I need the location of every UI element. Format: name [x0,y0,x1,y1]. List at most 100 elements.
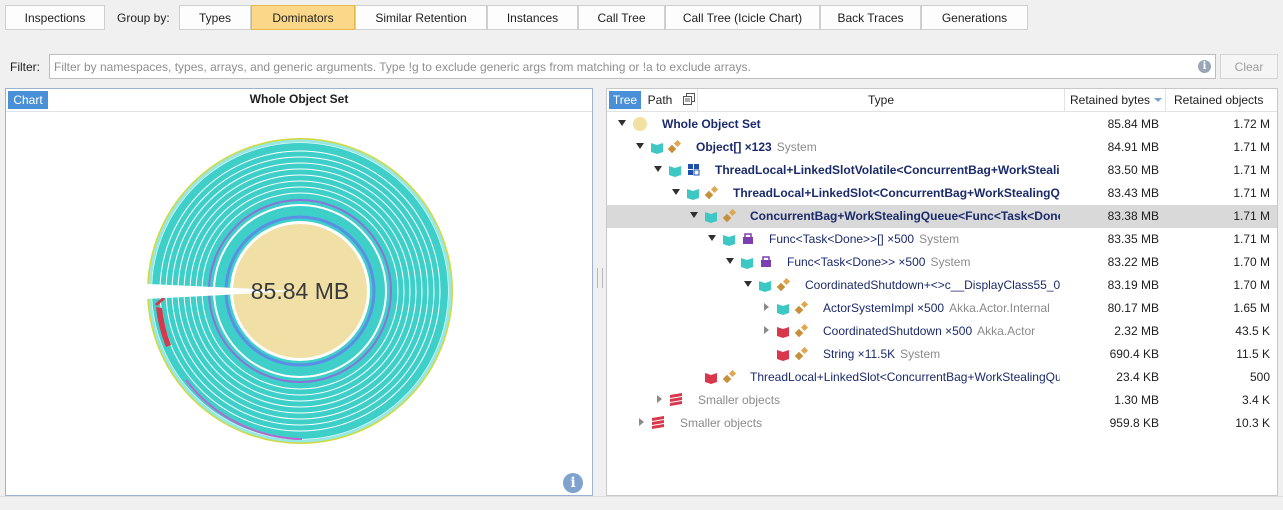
row-name: Object[] ×123 System [696,140,817,154]
whole-set-icon [633,117,647,131]
row-retained-objects: 1.71 M [1233,163,1270,177]
tab-tree[interactable]: Tree [609,91,641,109]
chart-title: Whole Object Set [249,92,349,106]
array-icon [651,143,663,154]
delegate-icon [743,233,753,244]
row-name: String ×11.5K System [823,347,941,361]
tree-row-selected[interactable]: ConcurrentBag+WorkStealingQueue<Func<Tas… [607,205,1277,228]
row-retained-bytes: 1.30 MB [1114,393,1159,407]
tree-panel: Tree Path Type Retained bytes Retained o… [606,88,1278,496]
tree-row[interactable]: CoordinatedShutdown ×500 Akka.Actor 2.32 … [607,320,1277,343]
filter-input[interactable] [50,55,1178,78]
tree-row[interactable]: ThreadLocal+LinkedSlot<ConcurrentBag+Wor… [607,182,1277,205]
row-name: ThreadLocal+LinkedSlot<ConcurrentBag+Wor… [733,186,1060,200]
row-name: ThreadLocal+LinkedSlotVolatile<Concurren… [715,163,1060,177]
tree-row[interactable]: Func<Task<Done>>[] ×500 System 83.35 MB 1… [607,228,1277,251]
collapse-icon[interactable] [654,166,662,172]
row-name: ConcurrentBag+WorkStealingQueue<Func<Tas… [750,209,1060,223]
filter-label: Filter: [10,60,40,74]
tree-header: Tree Path Type Retained bytes Retained o… [607,89,1277,112]
sort-desc-icon [1154,98,1163,102]
tab-call-tree[interactable]: Call Tree [578,5,665,30]
filter-info-icon[interactable]: i [1198,60,1211,73]
tab-call-tree-icicle[interactable]: Call Tree (Icicle Chart) [665,5,820,30]
center-value-label: 85.84 MB [251,278,349,304]
row-name: CoordinatedShutdown ×500 Akka.Actor [823,324,1036,338]
tab-generations[interactable]: Generations [921,5,1028,30]
toolbar: Inspections Group by: Types Dominators S… [0,0,1283,38]
tree-row[interactable]: String ×11.5K System 690.4 KB 11.5 K [607,343,1277,366]
row-retained-objects: 1.70 M [1233,278,1270,292]
copy-icon[interactable] [683,93,695,105]
row-retained-bytes: 959.8 KB [1109,416,1159,430]
row-retained-objects: 1.72 M [1233,117,1270,131]
collapse-icon[interactable] [708,235,716,241]
clear-button[interactable]: Clear [1220,54,1278,79]
sunburst-chart[interactable]: 85.84 MB [6,112,592,495]
collapse-icon[interactable] [636,143,644,149]
tab-types[interactable]: Types [179,5,251,30]
tree-row[interactable]: CoordinatedShutdown+<>c__DisplayClass55_… [607,274,1277,297]
expand-icon[interactable] [639,418,644,426]
smaller-objects-icon [670,393,682,406]
row-name: Whole Object Set [662,117,761,131]
column-type[interactable]: Type [697,89,1064,111]
object-icon [777,350,789,361]
tree-row[interactable]: ThreadLocal+LinkedSlotVolatile<Concurren… [607,159,1277,182]
expand-icon[interactable] [764,303,769,311]
row-retained-objects: 11.5 K [1236,347,1270,361]
tab-dominators[interactable]: Dominators [251,5,355,30]
class-icon [668,140,682,154]
row-retained-objects: 10.3 K [1235,416,1270,430]
column-retained-bytes[interactable]: Retained bytes [1064,89,1164,111]
row-name: CoordinatedShutdown+<>c__DisplayClass55_… [805,278,1061,292]
class-icon [723,370,737,384]
column-retained-objects[interactable]: Retained objects [1165,89,1277,111]
row-retained-objects: 43.5 K [1235,324,1270,338]
row-name: Smaller objects [698,393,781,407]
class-icon [777,278,791,292]
smaller-objects-icon [652,416,664,429]
chart-info-icon[interactable]: i [563,473,583,493]
tab-back-traces[interactable]: Back Traces [820,5,921,30]
tree-row[interactable]: ActorSystemImpl ×500 Akka.Actor.Internal … [607,297,1277,320]
tree-row[interactable]: Object[] ×123 System 84.91 MB 1.71 M [607,136,1277,159]
object-icon [777,327,789,338]
row-name: Func<Task<Done>> ×500 System [787,255,971,269]
array-icon [723,235,735,246]
object-icon [705,212,717,223]
class-icon [795,324,809,338]
object-icon [741,258,753,269]
tree-row[interactable]: Smaller objects 1.30 MB 3.4 K [607,389,1277,412]
tree-row[interactable]: Smaller objects 959.8 KB 10.3 K [607,412,1277,435]
expand-icon[interactable] [764,326,769,334]
object-icon [759,281,771,292]
tree-row[interactable]: Whole Object Set 85.84 MB 1.72 M [607,113,1277,136]
column-retained-objects-label: Retained objects [1174,93,1264,107]
class-icon [795,347,809,361]
row-retained-bytes: 83.38 MB [1107,209,1159,223]
struct-icon [688,164,700,176]
inspections-button[interactable]: Inspections [5,5,105,30]
row-retained-bytes: 84.91 MB [1107,140,1159,154]
collapse-icon[interactable] [726,258,734,264]
row-name: ThreadLocal+LinkedSlot<ConcurrentBag+Wor… [750,370,1060,384]
tree-row[interactable]: Func<Task<Done>> ×500 System 83.22 MB 1.7… [607,251,1277,274]
row-retained-bytes: 83.50 MB [1107,163,1159,177]
collapse-icon[interactable] [690,212,698,218]
row-retained-bytes: 2.32 MB [1114,324,1159,338]
row-retained-bytes: 690.4 KB [1109,347,1159,361]
tab-similar-retention[interactable]: Similar Retention [355,5,487,30]
collapse-icon[interactable] [618,120,626,126]
collapse-icon[interactable] [744,281,752,287]
panel-splitter[interactable] [597,268,603,288]
collapse-icon[interactable] [672,189,680,195]
expand-icon[interactable] [657,395,662,403]
status-strip [0,496,1283,510]
tab-instances[interactable]: Instances [487,5,578,30]
row-retained-objects: 1.71 M [1233,140,1270,154]
class-icon [705,186,719,200]
tree-row[interactable]: ThreadLocal+LinkedSlot<ConcurrentBag+Wor… [607,366,1277,389]
row-retained-objects: 1.65 M [1233,301,1270,315]
tab-path[interactable]: Path [645,91,675,109]
